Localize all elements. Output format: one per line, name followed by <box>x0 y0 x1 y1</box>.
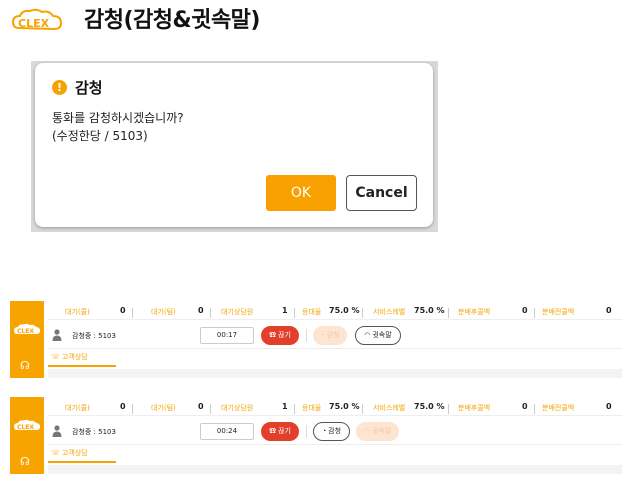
stat-value-wait-agents: 1 <box>282 306 288 315</box>
tab-bar: ☏ 고객상담 <box>48 446 622 464</box>
listen-button[interactable]: ◔ 감청 <box>313 326 347 345</box>
dialog-message-line: (수정한당 / 5103) <box>52 129 148 143</box>
stat-value-transfer-calls: 0 <box>606 402 612 411</box>
tab-customer-consult[interactable]: ☏ 고객상담 <box>48 350 116 367</box>
stat-label-service-level: 서비스레벨 <box>373 308 406 316</box>
content-area <box>48 465 622 474</box>
monitor-panel: CLEX ☊ 대기(콜) 0 대기(팀) 0 대기상담원 1 응대율 75.0 … <box>10 301 622 378</box>
monitor-panel: CLEX ☊ 대기(콜) 0 대기(팀) 0 대기상담원 1 응대율 75.0 … <box>10 397 622 474</box>
whisper-button[interactable]: ◠ 귓속말 <box>356 422 399 441</box>
listen-label: 감청 <box>328 428 342 435</box>
stat-value-wait-group: 0 <box>120 402 126 411</box>
stat-divider <box>210 404 211 414</box>
svg-text:CLEX: CLEX <box>17 328 34 335</box>
stat-divider <box>534 404 535 414</box>
stat-label-service-level: 서비스레벨 <box>373 404 406 412</box>
stat-divider <box>362 308 363 318</box>
stat-divider <box>132 404 133 414</box>
cancel-button[interactable]: Cancel <box>346 175 417 211</box>
phone-hangup-icon: ☎ <box>269 332 279 339</box>
stat-label-transfer-calls: 분배전콜백 <box>542 308 575 316</box>
stat-value-answer-rate: 75.0 % <box>329 402 360 411</box>
stat-label-wait-agents: 대기상담원 <box>221 308 254 316</box>
side-bar: CLEX ☊ <box>10 397 44 474</box>
whisper-label: 귓속말 <box>372 332 392 339</box>
clex-logo: CLEX <box>14 419 40 431</box>
confirm-dialog: ! 감청 통화를 감청하시겠습니까? (수정한당 / 5103) OK Canc… <box>35 63 433 227</box>
agent-icon <box>52 329 62 341</box>
call-timer: 00:24 <box>200 423 254 440</box>
tab-label: 고객상담 <box>61 449 88 457</box>
stat-divider <box>294 404 295 414</box>
stat-label-wait-group: 대기(콜) <box>65 404 90 412</box>
tab-label: 고객상담 <box>61 353 88 361</box>
stat-value-answer-rate: 75.0 % <box>329 306 360 315</box>
stat-value-service-level: 75.0 % <box>414 306 445 315</box>
agent-status: 감청중 : 5103 <box>72 428 116 436</box>
headset-icon[interactable]: ☊ <box>20 455 30 468</box>
whisper-icon: ◠ <box>363 428 372 435</box>
stat-label-missed-calls: 분배후콜백 <box>458 308 491 316</box>
content-area <box>48 369 622 378</box>
stat-label-answer-rate: 응대율 <box>302 308 322 316</box>
stats-bar: 대기(콜) 0 대기(팀) 0 대기상담원 1 응대율 75.0 % 서비스레벨… <box>48 306 622 320</box>
ok-button[interactable]: OK <box>266 175 336 211</box>
headset-icon[interactable]: ☊ <box>20 359 30 372</box>
stat-divider <box>132 308 133 318</box>
call-row: 감청중 : 5103 00:17 ☎ 끊기 ◔ 감청 ◠ 귓속말 <box>48 322 622 349</box>
button-divider <box>306 329 307 342</box>
side-bar: CLEX ☊ <box>10 301 44 378</box>
stat-divider <box>362 404 363 414</box>
stat-divider <box>294 308 295 318</box>
clex-logo: CLEX <box>11 8 63 31</box>
tab-bar: ☏ 고객상담 <box>48 350 622 368</box>
stat-label-answer-rate: 응대율 <box>302 404 322 412</box>
dialog-title: 감청 <box>75 79 103 97</box>
stat-divider <box>210 308 211 318</box>
consult-icon: ☏ <box>51 449 62 457</box>
stat-value-wait-group: 0 <box>120 306 126 315</box>
stat-value-transfer-calls: 0 <box>606 306 612 315</box>
clex-logo: CLEX <box>14 323 40 335</box>
hangup-button[interactable]: ☎ 끊기 <box>261 326 299 345</box>
stat-label-wait-agents: 대기상담원 <box>221 404 254 412</box>
stat-divider <box>448 404 449 414</box>
stat-value-wait-team: 0 <box>198 402 204 411</box>
stat-divider <box>448 308 449 318</box>
call-timer: 00:17 <box>200 327 254 344</box>
whisper-button[interactable]: ◠ 귓속말 <box>355 326 401 345</box>
page-title: 감청(감청&귓속말) <box>84 8 260 33</box>
agent-status: 감청중 : 5103 <box>72 332 116 340</box>
stat-label-transfer-calls: 분배전콜백 <box>542 404 575 412</box>
dialog-message: 통화를 감청하시겠습니까? (수정한당 / 5103) <box>52 109 184 145</box>
dialog-message-line: 통화를 감청하시겠습니까? <box>52 111 184 125</box>
stat-label-wait-group: 대기(콜) <box>65 308 90 316</box>
stat-label-wait-team: 대기(팀) <box>151 404 176 412</box>
button-divider <box>306 425 307 438</box>
stat-value-wait-team: 0 <box>198 306 204 315</box>
stat-value-missed-calls: 0 <box>522 306 528 315</box>
listen-button[interactable]: ◔ 감청 <box>313 422 350 441</box>
phone-hangup-icon: ☎ <box>269 428 279 435</box>
hangup-label: 끊기 <box>278 332 291 339</box>
stats-bar: 대기(콜) 0 대기(팀) 0 대기상담원 1 응대율 75.0 % 서비스레벨… <box>48 402 622 416</box>
hangup-label: 끊기 <box>278 428 291 435</box>
warning-icon: ! <box>52 80 67 95</box>
stat-label-wait-team: 대기(팀) <box>151 308 176 316</box>
tab-customer-consult[interactable]: ☏ 고객상담 <box>48 446 116 463</box>
call-row: 감청중 : 5103 00:24 ☎ 끊기 ◔ 감청 ◠ 귓속말 <box>48 418 622 445</box>
whisper-label: 귓속말 <box>371 428 392 435</box>
listen-label: 감청 <box>326 332 340 339</box>
stat-label-missed-calls: 분배후콜백 <box>458 404 491 412</box>
svg-text:CLEX: CLEX <box>17 424 34 431</box>
stat-value-service-level: 75.0 % <box>414 402 445 411</box>
stat-divider <box>534 308 535 318</box>
svg-text:CLEX: CLEX <box>18 17 50 30</box>
agent-icon <box>52 425 62 437</box>
consult-icon: ☏ <box>51 353 62 361</box>
stat-value-missed-calls: 0 <box>522 402 528 411</box>
hangup-button[interactable]: ☎ 끊기 <box>261 422 299 441</box>
stat-value-wait-agents: 1 <box>282 402 288 411</box>
